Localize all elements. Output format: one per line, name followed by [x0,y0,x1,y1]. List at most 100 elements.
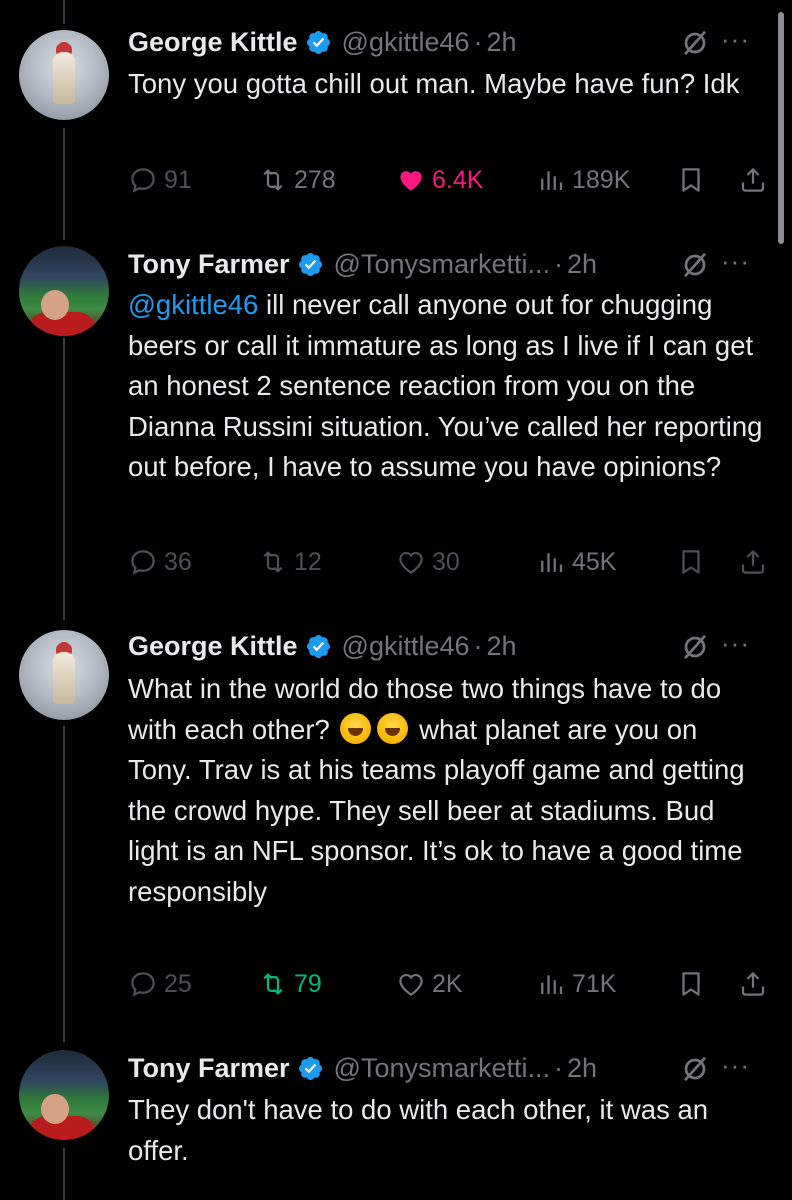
grok-icon[interactable] [680,632,710,662]
grok-icon[interactable] [680,1054,710,1084]
author-name[interactable]: Tony Farmer [128,1053,290,1084]
reply-icon [128,165,158,195]
author-name[interactable]: Tony Farmer [128,249,290,280]
heart-icon [396,165,426,195]
views-icon [536,547,566,577]
separator: · [554,248,564,279]
more-icon[interactable]: ··· [721,246,750,277]
laughing-emoji-icon [340,712,372,744]
view-count: 71K [572,969,617,998]
reply-count: 25 [164,969,192,998]
reply-button[interactable]: 25 [128,964,192,1004]
tweet-text: They don't have to do with each other, i… [128,1094,709,1166]
grok-icon[interactable] [680,28,710,58]
view-count: 45K [572,547,617,576]
tweet-text: @gkittle46 ill never call anyone out for… [128,285,766,488]
retweet-icon [258,547,288,577]
like-button[interactable]: 2K [396,964,463,1004]
author-handle[interactable]: @gkittle46 [342,631,470,662]
author-handle[interactable]: @Tonysmarketti... [334,1053,550,1084]
reply-icon [128,547,158,577]
grok-icon[interactable] [680,250,710,280]
more-icon[interactable]: ··· [721,24,750,55]
retweet-count: 278 [294,165,336,194]
timestamp[interactable]: 2h [567,1053,597,1084]
retweet-button[interactable]: 79 [258,964,322,1004]
author-handle[interactable]: @Tonysmarketti... [334,249,550,280]
reply-button[interactable]: 36 [128,542,192,582]
tweet-header: George Kittle @gkittle46 · 2h ··· [128,22,772,62]
retweet-count: 79 [294,969,322,998]
heart-icon [396,547,426,577]
views-button[interactable]: 71K [536,964,616,1004]
author-handle[interactable]: @gkittle46 [342,27,470,58]
timestamp[interactable]: 2h [487,631,517,662]
bookmark-icon [676,547,706,577]
laughing-emoji-icon [377,712,409,744]
reply-icon [128,969,158,999]
avatar[interactable] [19,246,109,336]
tweet-text: Tony you gotta chill out man. Maybe have… [128,68,740,99]
share-icon [738,165,768,195]
separator: · [473,26,483,57]
tweet-header: George Kittle @gkittle46 · 2h ··· [128,626,772,666]
author-name[interactable]: George Kittle [128,27,298,58]
reply-count: 91 [164,165,192,194]
verified-badge-icon [297,251,324,278]
share-icon [738,547,768,577]
thread-line [63,338,65,620]
scrollbar[interactable] [778,12,784,244]
views-button[interactable]: 189K [536,160,630,200]
bookmark-icon [676,165,706,195]
retweet-icon [258,165,288,195]
thread-line [63,0,65,24]
reply-count: 36 [164,547,192,576]
share-icon [738,969,768,999]
reply-button[interactable]: 91 [128,160,192,200]
thread-line [63,726,65,1042]
thread-line [63,128,65,240]
views-icon [536,969,566,999]
verified-badge-icon [297,1055,324,1082]
share-button[interactable] [738,542,774,582]
bookmark-button[interactable] [676,160,712,200]
retweet-button[interactable]: 12 [258,542,322,582]
heart-icon [396,969,426,999]
like-button[interactable]: 6.4K [396,160,483,200]
views-button[interactable]: 45K [536,542,616,582]
like-button[interactable]: 30 [396,542,460,582]
separator: · [554,1052,564,1083]
timestamp[interactable]: 2h [567,249,597,280]
tweet-header: Tony Farmer @Tonysmarketti... · 2h ··· [128,1048,772,1088]
avatar[interactable] [19,30,109,120]
retweet-icon [258,969,288,999]
timestamp[interactable]: 2h [487,27,517,58]
like-count: 30 [432,547,460,576]
tweet-actions: 91 278 6.4K 189K [128,160,778,200]
mention-link[interactable]: @gkittle46 [128,289,258,320]
separator: · [473,630,483,661]
bookmark-button[interactable] [676,964,712,1004]
retweet-button[interactable]: 278 [258,160,336,200]
thread-line [63,1148,65,1200]
tweet-actions: 25 79 2K 71K [128,964,778,1004]
bookmark-icon [676,969,706,999]
author-name[interactable]: George Kittle [128,631,298,662]
share-button[interactable] [738,160,774,200]
like-count: 2K [432,969,463,998]
verified-badge-icon [305,633,332,660]
avatar[interactable] [19,630,109,720]
tweet-actions: 36 12 30 45K [128,542,778,582]
views-icon [536,165,566,195]
more-icon[interactable]: ··· [721,628,750,659]
like-count: 6.4K [432,165,484,194]
bookmark-button[interactable] [676,542,712,582]
verified-badge-icon [305,29,332,56]
view-count: 189K [572,165,631,194]
avatar[interactable] [19,1050,109,1140]
share-button[interactable] [738,964,774,1004]
tweet-text: What in the world do those two things ha… [128,669,766,912]
retweet-count: 12 [294,547,322,576]
more-icon[interactable]: ··· [721,1050,750,1081]
tweet-header: Tony Farmer @Tonysmarketti... · 2h ··· [128,244,772,284]
